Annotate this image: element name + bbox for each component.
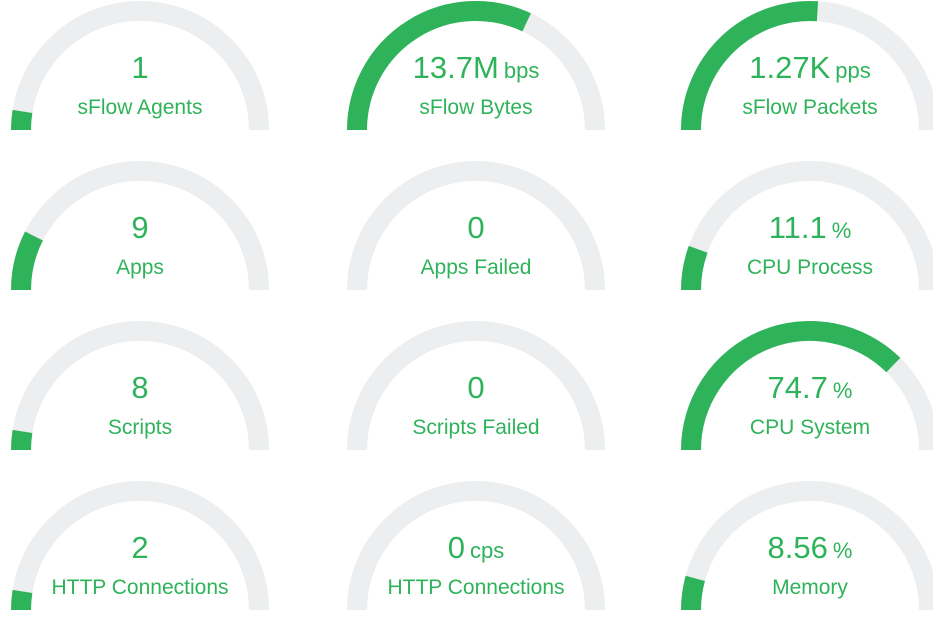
gauge-number: 13.7M xyxy=(412,50,499,85)
gauge-label: CPU Process xyxy=(746,256,874,279)
gauge-value: 0 xyxy=(346,372,606,403)
gauge-label: HTTP Connections xyxy=(387,576,565,599)
gauge-value: 8.56% xyxy=(680,532,933,563)
gauge-label: sFlow Bytes xyxy=(419,96,533,119)
gauge-value: 0 xyxy=(346,212,606,243)
gauge-sflow-bytes: 13.7M bps sFlow Bytes xyxy=(346,0,606,145)
gauge-label: HTTP Connections xyxy=(51,576,229,599)
gauge-cpu-system: 74.7% CPU System xyxy=(680,320,933,465)
gauge-scripts: 8 Scripts xyxy=(10,320,270,465)
gauge-number: 0 xyxy=(467,210,485,245)
gauge-value: 13.7M bps xyxy=(346,52,606,83)
gauge-label: Scripts xyxy=(107,416,173,439)
gauge-label: Memory xyxy=(772,576,848,599)
gauge-http-connections-rate: 0 cps HTTP Connections xyxy=(346,480,606,625)
gauge-value: 11.1% xyxy=(680,212,933,243)
gauge-number: 9 xyxy=(131,210,149,245)
gauge-label: CPU System xyxy=(749,416,871,439)
gauge-apps: 9 Apps xyxy=(10,160,270,305)
gauge-apps-failed: 0 Apps Failed xyxy=(346,160,606,305)
gauge-unit: bps xyxy=(503,58,540,83)
gauge-value: 0 cps xyxy=(346,532,606,563)
gauge-memory: 8.56% Memory xyxy=(680,480,933,625)
gauge-grid: 1 sFlow Agents 13.7M bps sFlow Bytes 1.27K pps… xyxy=(0,0,933,620)
gauge-number: 1 xyxy=(131,50,149,85)
gauge-unit: % xyxy=(832,378,853,403)
gauge-number: 1.27K xyxy=(749,50,831,85)
gauge-cpu-process: 11.1% CPU Process xyxy=(680,160,933,305)
gauge-number: 8 xyxy=(131,370,149,405)
gauge-label: Apps Failed xyxy=(420,256,532,279)
gauge-label: sFlow Packets xyxy=(742,96,878,119)
gauge-number: 2 xyxy=(131,530,149,565)
gauge-number: 74.7 xyxy=(767,370,828,405)
gauge-value: 1.27K pps xyxy=(680,52,933,83)
gauge-unit: pps xyxy=(835,58,871,83)
gauge-number: 0 xyxy=(467,370,485,405)
gauge-number: 8.56 xyxy=(767,530,828,565)
gauge-number: 11.1 xyxy=(768,210,827,245)
gauge-value: 74.7% xyxy=(680,372,933,403)
gauge-sflow-agents: 1 sFlow Agents xyxy=(10,0,270,145)
gauge-label: Apps xyxy=(116,256,164,279)
gauge-unit: % xyxy=(832,538,853,563)
gauge-label: Scripts Failed xyxy=(412,416,540,439)
gauge-value: 9 xyxy=(10,212,270,243)
gauge-value: 1 xyxy=(10,52,270,83)
gauge-label: sFlow Agents xyxy=(77,96,203,119)
gauge-number: 0 xyxy=(447,530,465,565)
gauge-http-connections: 2 HTTP Connections xyxy=(10,480,270,625)
gauge-sflow-packets: 1.27K pps sFlow Packets xyxy=(680,0,933,145)
gauge-value: 2 xyxy=(10,532,270,563)
gauge-value: 8 xyxy=(10,372,270,403)
gauge-scripts-failed: 0 Scripts Failed xyxy=(346,320,606,465)
gauge-unit: cps xyxy=(470,538,505,563)
gauge-unit: % xyxy=(831,218,852,243)
